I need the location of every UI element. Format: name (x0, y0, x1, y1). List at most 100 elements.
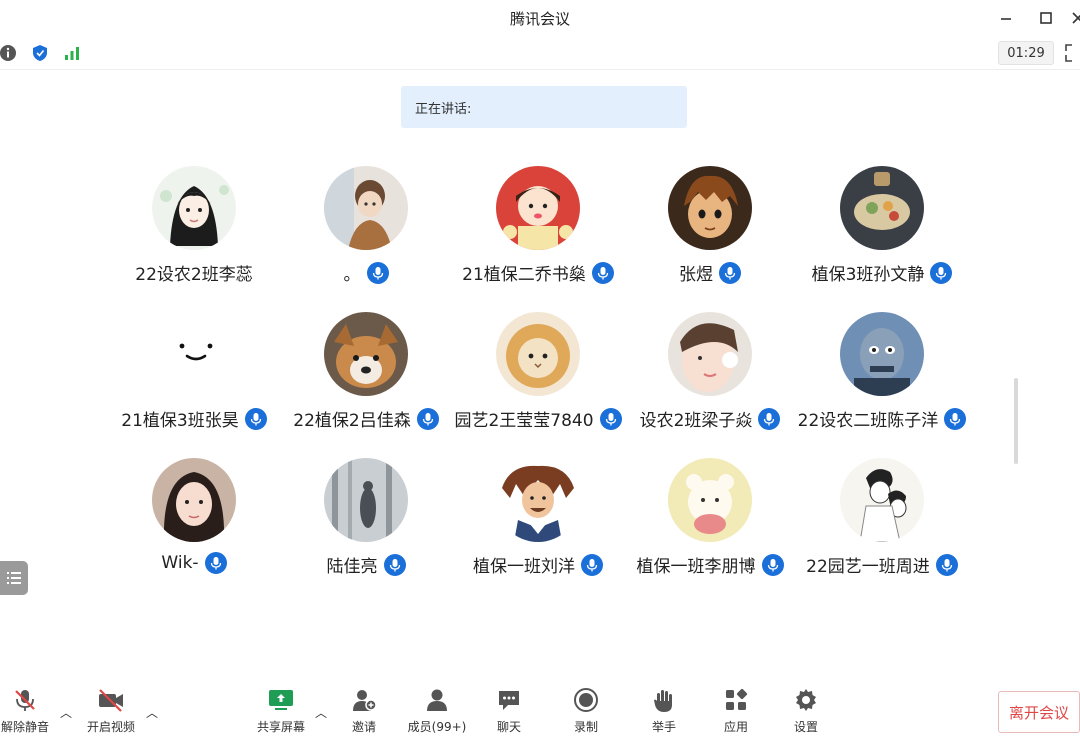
participant-name: 22园艺一班周进 (806, 557, 930, 577)
mic-icon (719, 261, 741, 284)
gear-icon (792, 686, 820, 714)
participant-name: 22设农二班陈子洋 (797, 411, 939, 431)
participant-tile[interactable]: 22设农二班陈子洋 (796, 312, 968, 442)
avatar (152, 312, 236, 396)
shield-icon (33, 45, 47, 61)
window-title: 腾讯会议 (509, 10, 570, 28)
participant-tile[interactable]: 设农2班梁子焱 (624, 312, 796, 442)
mic-icon (581, 553, 603, 576)
participant-name-row: 22设农二班陈子洋 (776, 406, 988, 431)
maximize-icon (1040, 12, 1052, 24)
participant-tile[interactable]: 植保一班刘洋 (452, 458, 624, 588)
video-options-chevron[interactable]: ︿ (146, 704, 158, 721)
participant-tile[interactable]: 张煜 (624, 166, 796, 296)
participant-name: 设农2班梁子焱 (639, 411, 753, 431)
signal-icon (65, 47, 79, 60)
participant-tile[interactable]: 22园艺一班周进 (796, 458, 968, 588)
chat-button[interactable]: 聊天 (474, 686, 544, 735)
record-button[interactable]: 录制 (551, 686, 621, 735)
avatar (496, 458, 580, 542)
participant-tile[interactable]: 22植保2吕佳森 (280, 312, 452, 442)
participant-tile[interactable]: 22设农2班李蕊 (108, 166, 280, 296)
participant-name: 植保一班李朋博 (636, 557, 756, 577)
network-status-button[interactable] (62, 43, 82, 63)
participant-tile[interactable]: 植保一班李朋博 (624, 458, 796, 588)
participant-tile[interactable]: Wik- (108, 458, 280, 588)
speaking-indicator: 正在讲话: (401, 86, 687, 128)
avatar (496, 166, 580, 250)
participant-tile[interactable]: 陆佳亮 (280, 458, 452, 588)
participant-tile[interactable]: 。 (280, 166, 452, 296)
apps-button[interactable]: 应用 (701, 686, 771, 735)
minimize-icon (1001, 18, 1011, 20)
fullscreen-icon (1065, 44, 1072, 62)
avatar (668, 166, 752, 250)
leave-meeting-button[interactable]: 离开会议 (998, 691, 1080, 733)
mic-muted-icon (11, 686, 39, 714)
share-options-chevron[interactable]: ︿ (315, 704, 327, 721)
raise-hand-button[interactable]: 举手 (629, 686, 699, 735)
participant-tile[interactable]: 植保3班孙文静 (796, 166, 968, 296)
speaking-label: 正在讲话: (415, 101, 472, 117)
audio-options-chevron[interactable]: ︿ (60, 704, 72, 721)
close-icon (1072, 12, 1080, 24)
grid-scrollbar[interactable] (1014, 378, 1018, 464)
avatar (324, 312, 408, 396)
meeting-timer: 01:29 (998, 41, 1054, 65)
meeting-info-button[interactable] (0, 43, 18, 63)
close-button[interactable] (1066, 6, 1080, 30)
raise-hand-label: 举手 (651, 720, 676, 734)
minimize-button[interactable] (994, 6, 1018, 30)
meeting-toolbar: 解除静音 ︿ 开启视频 ︿ 共享屏幕 ︿ 邀请 成员(99+) 聊天 录制 举手… (0, 682, 1080, 737)
participant-name: 张煜 (679, 265, 713, 285)
apps-icon (722, 686, 750, 714)
members-label: 成员(99+) (407, 720, 467, 734)
fullscreen-button[interactable] (1064, 43, 1080, 63)
participant-name: 植保3班孙文静 (811, 265, 925, 285)
share-screen-icon (267, 686, 295, 714)
participant-name: 22设农2班李蕊 (135, 265, 253, 285)
start-video-button[interactable]: 开启视频 (76, 686, 146, 735)
participant-name-row: 22园艺一班周进 (776, 552, 988, 577)
maximize-button[interactable] (1034, 6, 1058, 30)
avatar (324, 166, 408, 250)
avatar (152, 166, 236, 250)
avatar (840, 458, 924, 542)
unmute-button[interactable]: 解除静音 (0, 686, 60, 735)
members-button[interactable]: 成员(99+) (402, 686, 472, 735)
share-screen-label: 共享屏幕 (256, 720, 305, 734)
participant-tile[interactable]: 园艺2王莹莹7840 (452, 312, 624, 442)
participant-name-row: 植保3班孙文静 (776, 260, 988, 285)
invite-button[interactable]: 邀请 (329, 686, 399, 735)
participant-tile[interactable]: 21植保3班张昊 (108, 312, 280, 442)
hand-icon (650, 686, 678, 714)
list-icon (7, 572, 21, 584)
info-icon (0, 45, 16, 61)
avatar (152, 458, 236, 542)
avatar (840, 312, 924, 396)
apps-label: 应用 (723, 720, 748, 734)
start-video-label: 开启视频 (86, 720, 135, 734)
security-button[interactable] (30, 43, 50, 63)
participant-name: 21植保二乔书燊 (462, 265, 586, 285)
participant-name: 陆佳亮 (326, 557, 378, 577)
participant-name: 园艺2王莹莹7840 (454, 411, 594, 431)
avatar (840, 166, 924, 250)
avatar (668, 312, 752, 396)
share-screen-button[interactable]: 共享屏幕 (246, 686, 316, 735)
participant-list-toggle[interactable] (0, 561, 28, 595)
chat-label: 聊天 (496, 720, 521, 734)
unmute-label: 解除静音 (0, 720, 49, 734)
mic-icon (944, 407, 967, 430)
participant-name: 22植保2吕佳森 (293, 411, 411, 431)
settings-button[interactable]: 设置 (771, 686, 841, 735)
members-icon (423, 686, 451, 714)
participant-name: Wik- (161, 553, 199, 573)
add-user-icon (350, 686, 378, 714)
chat-icon (495, 686, 523, 714)
mic-icon (935, 553, 958, 576)
meeting-info-bar: 01:29 (0, 36, 1080, 70)
participant-tile[interactable]: 21植保二乔书燊 (452, 166, 624, 296)
avatar (496, 312, 580, 396)
mic-icon (204, 552, 227, 574)
